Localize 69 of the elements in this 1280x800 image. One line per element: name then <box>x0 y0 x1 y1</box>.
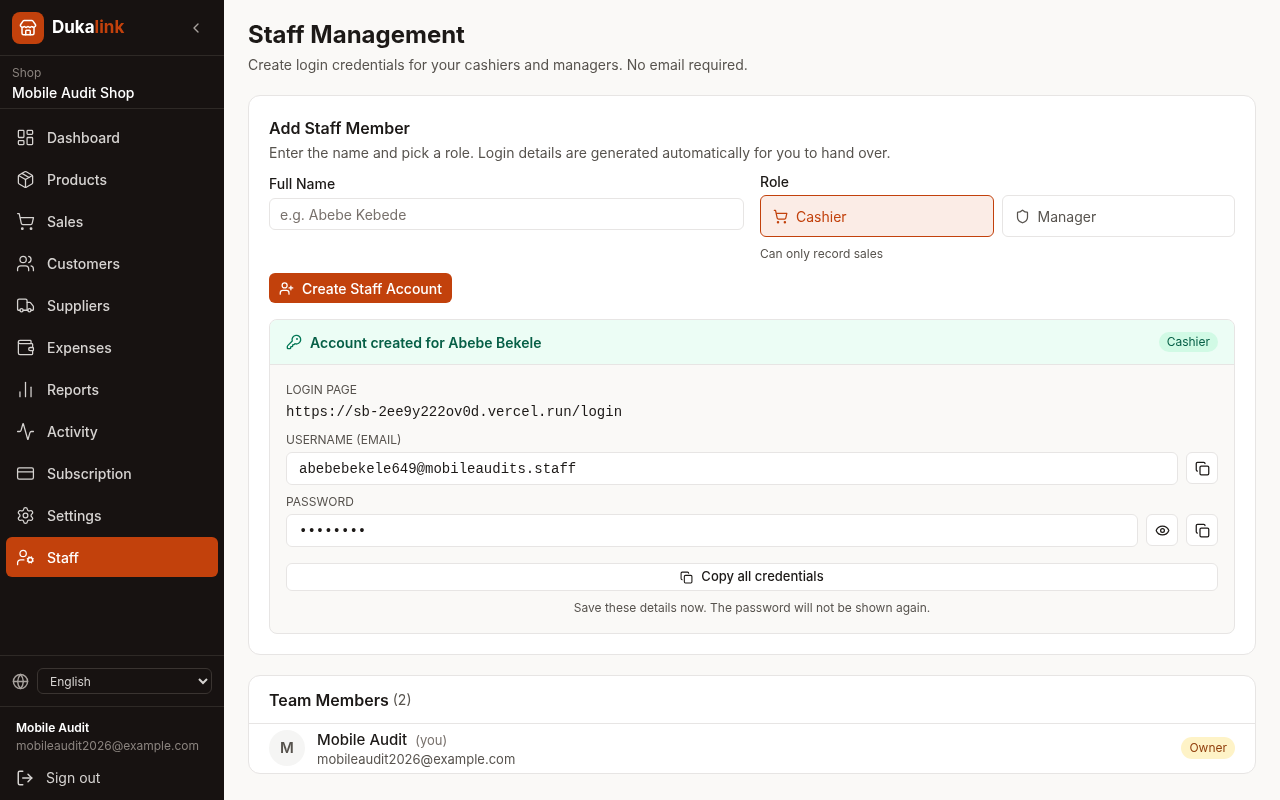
save-note: Save these details now. The password will not be shown again. <box>572 599 932 617</box>
username-field[interactable]: abebebekele649@mobileaudits.staff <box>286 452 1178 485</box>
nav-item[interactable]: Expenses <box>6 327 218 367</box>
copy-button[interactable] <box>1186 514 1218 546</box>
key-icon <box>286 334 302 350</box>
nav-item[interactable]: Suppliers <box>6 285 218 325</box>
role-badge: Cashier <box>1158 332 1218 352</box>
page-title: Staff Management <box>248 20 466 50</box>
copy-button[interactable] <box>1186 452 1218 484</box>
nav-item[interactable]: Staff <box>6 537 218 577</box>
role-option[interactable]: Manager <box>1001 195 1235 237</box>
field-label: Full Name <box>269 175 336 192</box>
full-name-field[interactable]: e.g. Abebe Kebede <box>269 198 744 230</box>
nav-item[interactable]: Subscription <box>6 453 218 493</box>
user-plus-icon <box>279 280 294 296</box>
pulse-icon <box>16 421 35 441</box>
nav-item[interactable]: Dashboard <box>6 117 218 157</box>
cart-icon <box>773 208 788 224</box>
page-subtitle: Create login credentials for your cashiers and managers. No email required. <box>248 55 749 75</box>
role-option[interactable]: Cashier <box>760 195 994 237</box>
copy-all-button[interactable]: Copy all credentials <box>286 563 1218 591</box>
nav-item[interactable]: Products <box>6 159 218 199</box>
user-gear-icon <box>16 547 35 567</box>
logo-icon <box>12 11 44 44</box>
brand-name: Dukalink <box>52 15 125 39</box>
team-count: (2) <box>392 690 412 710</box>
shop-name: Mobile Audit Shop <box>12 83 136 103</box>
password-field[interactable]: •••••••• <box>286 514 1138 547</box>
create-account-button[interactable]: Create Staff Account <box>269 273 452 303</box>
nav-item[interactable]: Customers <box>6 243 218 283</box>
field-label: PASSWORD <box>286 493 355 511</box>
nav-item[interactable]: Sales <box>6 201 218 241</box>
eye-icon <box>1154 522 1170 538</box>
nav-item[interactable]: Reports <box>6 369 218 409</box>
copy-icon <box>1194 522 1210 538</box>
member-tag: (you) <box>415 731 448 751</box>
card-description: Enter the name and pick a role. Login details are generated automatically for you to hand over. <box>269 143 892 163</box>
copy-icon <box>680 570 694 584</box>
sign-out-button[interactable]: Sign out <box>16 767 101 788</box>
field-label: USERNAME (EMAIL) <box>286 431 403 449</box>
card-title: Add Staff Member <box>269 117 411 140</box>
role-badge: Owner <box>1181 737 1235 760</box>
user-email: mobileaudit2026@example.com <box>16 737 201 755</box>
bar-chart-icon <box>16 379 35 399</box>
avatar: M <box>269 730 305 767</box>
member-email: mobileaudit2026@example.com <box>317 750 516 767</box>
show-password-button[interactable] <box>1146 514 1178 546</box>
panel-title: Account created for Abebe Bekele <box>310 332 542 353</box>
settings-icon <box>16 505 35 525</box>
member-name: Mobile Audit <box>317 730 408 749</box>
nav-item[interactable]: Activity <box>6 411 218 451</box>
wallet-icon <box>16 337 35 357</box>
role-hint: Can only record sales <box>760 245 885 263</box>
shield-icon <box>1014 208 1030 224</box>
logout-icon <box>16 768 34 787</box>
field-label: LOGIN PAGE <box>286 381 359 399</box>
user-name: Mobile Audit <box>16 719 91 737</box>
nav-item[interactable]: Settings <box>6 495 218 535</box>
field-label: Role <box>760 172 791 192</box>
team-title: Team Members <box>269 688 389 712</box>
box-icon <box>16 169 35 189</box>
globe-icon <box>12 672 29 690</box>
language-select[interactable]: English <box>37 668 212 694</box>
shop-label: Shop <box>12 64 43 82</box>
copy-icon <box>1194 460 1210 476</box>
login-url: https://sb-2ee9y222ov0d.vercel.run/login <box>286 403 624 422</box>
dashboard-icon <box>16 127 35 147</box>
users-icon <box>16 253 35 273</box>
cart-icon <box>16 211 35 231</box>
